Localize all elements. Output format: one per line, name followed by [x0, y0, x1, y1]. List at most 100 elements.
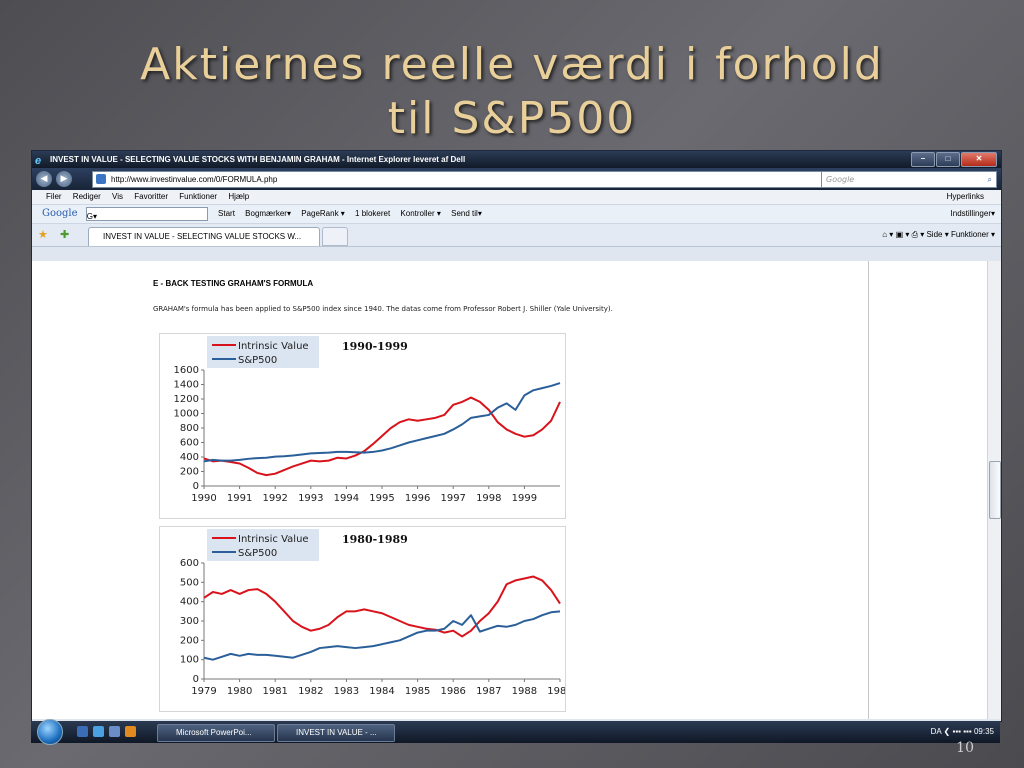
y-tick-label: 1600: [174, 365, 199, 376]
new-tab-button[interactable]: [322, 227, 348, 246]
x-tick-label: 1984: [369, 686, 394, 697]
page-content: E - BACK TESTING GRAHAM'S FORMULA GRAHAM…: [32, 261, 1001, 719]
chart-svg-1980-1989: 0 100 200 300 400 500 600 1979 1980 1981 1982 1983 1…: [180, 529, 573, 697]
back-button[interactable]: ◀: [36, 171, 52, 187]
google-search-input[interactable]: G▾: [85, 206, 208, 221]
section-heading: E - BACK TESTING GRAHAM'S FORMULA: [153, 279, 314, 288]
language-indicator[interactable]: DA: [931, 727, 942, 736]
slide-title-line1: Aktiernes reelle værdi i forhold: [140, 39, 884, 90]
menu-view[interactable]: Vis: [112, 192, 123, 201]
browser-window: e INVEST IN VALUE - SELECTING VALUE STOC…: [31, 150, 1002, 722]
url-field[interactable]: http://www.investinvalue.com/0/FORMULA.p…: [92, 171, 852, 188]
google-pagerank-button[interactable]: PageRank ▾: [301, 209, 345, 218]
x-tick-label: 1982: [298, 686, 323, 697]
menu-favorites[interactable]: Favoritter: [134, 192, 168, 201]
google-bookmarks-button[interactable]: Bogmærker▾: [245, 209, 291, 218]
google-logo: Google: [42, 208, 78, 219]
tab-bar: ★ ✚ INVEST IN VALUE - SELECTING VALUE ST…: [32, 224, 1001, 247]
taskbar-ie[interactable]: INVEST IN VALUE - ...: [277, 724, 395, 742]
y-tick-label: 300: [180, 616, 199, 627]
start-button[interactable]: [37, 719, 63, 745]
minimize-button[interactable]: –: [911, 152, 935, 167]
x-tick-label: 1999: [512, 493, 537, 504]
taskbar-powerpoint-label: Microsoft PowerPoi...: [176, 728, 252, 737]
chart-title: 1990-1999: [342, 340, 408, 353]
show-desktop-icon[interactable]: [77, 726, 88, 737]
search-placeholder: Google: [826, 175, 855, 184]
links-button[interactable]: Hyperlinks: [947, 190, 984, 204]
slide-title: Aktiernes reelle værdi i forhold til S&P…: [0, 38, 1024, 146]
y-tick-label: 100: [180, 655, 199, 666]
page-menu-button[interactable]: Side ▾: [926, 230, 948, 239]
google-blocked-button[interactable]: 1 blokeret: [355, 209, 390, 218]
column-divider: [868, 261, 869, 719]
maximize-button[interactable]: □: [936, 152, 960, 167]
x-tick-label: 1990: [191, 493, 216, 504]
legend-label: S&P500: [238, 548, 277, 559]
url-text: http://www.investinvalue.com/0/FORMULA.p…: [111, 175, 278, 184]
search-icon[interactable]: ⌕: [988, 172, 992, 187]
window-titlebar[interactable]: e INVEST IN VALUE - SELECTING VALUE STOC…: [32, 151, 1001, 168]
x-tick-label: 1991: [227, 493, 252, 504]
page-favicon-icon: [96, 174, 106, 184]
ie-quicklaunch-icon[interactable]: [93, 726, 104, 737]
x-tick-label: 1979: [191, 686, 216, 697]
x-tick-label: 1992: [262, 493, 287, 504]
google-start-button[interactable]: Start: [218, 209, 235, 218]
window-controls: – □ ✕: [911, 152, 997, 167]
y-tick-label: 1200: [174, 394, 199, 405]
tray-icons[interactable]: ▪▪▪ ▪▪▪: [952, 727, 971, 736]
y-tick-label: 500: [180, 577, 199, 588]
switch-windows-icon[interactable]: [109, 726, 120, 737]
google-toolbar: Google G▾ Start Bogmærker▾ PageRank ▾ 1 …: [32, 205, 1001, 224]
x-tick-label: 1998: [476, 493, 501, 504]
feeds-icon[interactable]: ▣ ▾: [896, 230, 910, 239]
x-tick-label: 1983: [334, 686, 359, 697]
print-icon[interactable]: ⎙ ▾: [912, 230, 925, 239]
x-tick-label: 1989: [547, 686, 565, 697]
menu-file[interactable]: Filer: [46, 192, 62, 201]
menu-help[interactable]: Hjælp: [228, 192, 249, 201]
x-tick-label: 1986: [440, 686, 465, 697]
media-icon[interactable]: [125, 726, 136, 737]
tab-invest-in-value[interactable]: INVEST IN VALUE - SELECTING VALUE STOCKS…: [88, 227, 320, 246]
y-tick-label: 0: [193, 481, 199, 492]
series-line-intrinsic-value: [203, 396, 561, 477]
clock: 09:35: [973, 727, 994, 736]
favorites-star-icon[interactable]: ★: [38, 228, 48, 241]
forward-button[interactable]: ▶: [56, 171, 72, 187]
y-tick-label: 600: [180, 438, 199, 449]
window-title: INVEST IN VALUE - SELECTING VALUE STOCKS…: [50, 155, 466, 164]
chart-1990-1999: 0 200 400 600 800 1000 1200 1400 1600 1990 1991 199…: [159, 333, 566, 519]
vertical-scrollbar[interactable]: [987, 261, 1001, 719]
google-check-button[interactable]: Kontroller ▾: [400, 209, 440, 218]
chart-title: 1980-1989: [342, 533, 408, 546]
add-favorite-icon[interactable]: ✚: [60, 228, 69, 241]
scrollbar-thumb[interactable]: [989, 461, 1001, 519]
section-paragraph: GRAHAM's formula has been applied to S&P…: [153, 305, 613, 313]
y-tick-label: 0: [193, 674, 199, 685]
y-tick-label: 200: [180, 635, 199, 646]
google-send-button[interactable]: Send til▾: [451, 209, 482, 218]
x-tick-label: 1980: [227, 686, 252, 697]
x-tick-label: 1995: [369, 493, 394, 504]
tab-label: INVEST IN VALUE - SELECTING VALUE STOCKS…: [103, 232, 302, 241]
chart-svg-1990-1999: 0 200 400 600 800 1000 1200 1400 1600 1990 1991 199…: [174, 336, 561, 504]
taskbar: Microsoft PowerPoi... INVEST IN VALUE - …: [31, 719, 1000, 745]
tools-menu-button[interactable]: Funktioner ▾: [951, 230, 995, 239]
y-tick-label: 400: [180, 597, 199, 608]
menu-tools[interactable]: Funktioner: [179, 192, 217, 201]
google-settings-button[interactable]: Indstillinger▾: [951, 205, 995, 223]
close-button[interactable]: ✕: [961, 152, 997, 167]
x-tick-label: 1997: [440, 493, 465, 504]
menu-edit[interactable]: Rediger: [73, 192, 101, 201]
search-input[interactable]: Google ⌕: [821, 171, 997, 188]
y-tick-label: 600: [180, 558, 199, 569]
x-tick-label: 1994: [334, 493, 359, 504]
legend-label: S&P500: [238, 355, 277, 366]
tray-expand-icon[interactable]: ❮: [944, 727, 951, 736]
taskbar-powerpoint[interactable]: Microsoft PowerPoi...: [157, 724, 275, 742]
slide-number: 10: [956, 740, 974, 756]
x-tick-label: 1987: [476, 686, 501, 697]
home-icon[interactable]: ⌂ ▾: [882, 230, 893, 239]
